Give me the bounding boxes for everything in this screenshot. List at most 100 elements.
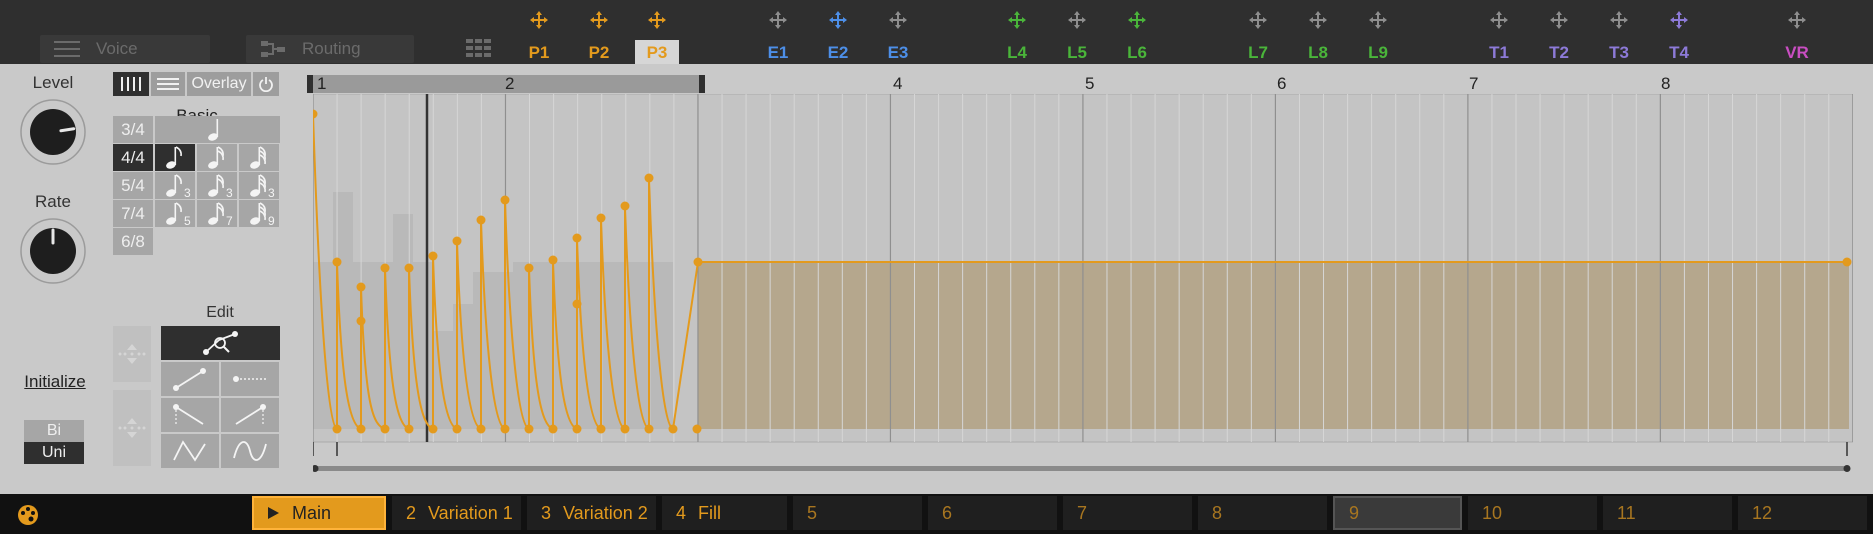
envelope-node[interactable] [596, 213, 606, 223]
modulator-e1[interactable]: E1 [752, 6, 804, 64]
modulator-l8[interactable]: L8 [1292, 6, 1344, 64]
move-icon[interactable] [1007, 10, 1027, 30]
modulator-p1[interactable]: P1 [513, 6, 565, 64]
scroll-end-handle[interactable] [1843, 465, 1851, 472]
time-signature-6-8[interactable]: 6/8 [113, 228, 153, 255]
modulation-envelope-graph[interactable] [313, 94, 1853, 476]
envelope-node[interactable] [404, 263, 414, 273]
move-icon[interactable] [828, 10, 848, 30]
thirty-second-note-button[interactable] [197, 144, 237, 171]
modulator-e3[interactable]: E3 [872, 6, 924, 64]
clip-slot-11[interactable]: 11 [1603, 496, 1732, 530]
ramp-up-tool-button[interactable] [221, 398, 279, 432]
envelope-node[interactable] [548, 255, 558, 265]
envelope-node[interactable] [452, 424, 462, 434]
modulator-t3[interactable]: T3 [1593, 6, 1645, 64]
modulator-l9[interactable]: L9 [1352, 6, 1404, 64]
sixteenth-note-button[interactable] [155, 144, 195, 171]
modulator-l6[interactable]: L6 [1111, 6, 1163, 64]
envelope-node[interactable] [668, 424, 678, 434]
modulator-p2[interactable]: P2 [573, 6, 625, 64]
clip-slot-7[interactable]: 7 [1063, 496, 1192, 530]
envelope-node[interactable] [524, 424, 534, 434]
thirty-second-triplet-button[interactable]: 3 [197, 172, 237, 200]
level-knob[interactable] [15, 94, 91, 170]
modulator-vr[interactable]: VR [1771, 6, 1823, 64]
horizontal-scrollbar[interactable] [313, 466, 1849, 471]
clip-slot-4[interactable]: 4 Fill [662, 496, 787, 530]
grid-icon[interactable] [465, 38, 493, 58]
voice-button[interactable]: Voice [40, 35, 210, 63]
move-icon[interactable] [1127, 10, 1147, 30]
clip-slot-2[interactable]: 2 Variation 1 [392, 496, 521, 530]
polarity-uni-button[interactable]: Uni [24, 442, 84, 464]
move-icon[interactable] [1609, 10, 1629, 30]
envelope-node[interactable] [500, 424, 510, 434]
move-icon[interactable] [1368, 10, 1388, 30]
envelope-node[interactable] [548, 424, 558, 434]
clip-slot-10[interactable]: 10 [1468, 496, 1597, 530]
move-icon[interactable] [1787, 10, 1807, 30]
envelope-node[interactable] [644, 173, 654, 183]
envelope-node[interactable] [500, 195, 510, 205]
envelope-node[interactable] [596, 424, 606, 434]
clip-slot-6[interactable]: 6 [928, 496, 1057, 530]
modulator-t2[interactable]: T2 [1533, 6, 1585, 64]
envelope-node[interactable] [356, 424, 366, 434]
modulator-p3[interactable]: P3 [631, 6, 683, 66]
envelope-node[interactable] [476, 215, 486, 225]
move-icon[interactable] [647, 10, 667, 30]
initialize-button[interactable]: Initialize [18, 372, 92, 392]
envelope-node[interactable] [572, 299, 582, 309]
modulator-l4[interactable]: L4 [991, 6, 1043, 64]
clip-slot-8[interactable]: 8 [1198, 496, 1327, 530]
move-icon[interactable] [529, 10, 549, 30]
envelope-node[interactable] [572, 424, 582, 434]
modulator-t1[interactable]: T1 [1473, 6, 1525, 64]
envelope-node[interactable] [692, 424, 702, 434]
envelope-node[interactable] [380, 263, 390, 273]
envelope-node[interactable] [428, 251, 438, 261]
sine-tool-button[interactable] [221, 434, 279, 468]
envelope-node[interactable] [428, 424, 438, 434]
bars-view-button[interactable] [113, 72, 149, 96]
move-icon[interactable] [589, 10, 609, 30]
rate-knob[interactable] [15, 213, 91, 289]
move-icon[interactable] [1669, 10, 1689, 30]
move-icon[interactable] [1308, 10, 1328, 30]
modulator-l5[interactable]: L5 [1051, 6, 1103, 64]
modulator-t4[interactable]: T4 [1653, 6, 1705, 64]
scroll-handle-lower[interactable] [113, 390, 151, 466]
clip-slot-12[interactable]: 12 [1738, 496, 1867, 530]
time-signature-4-4[interactable]: 4/4 [113, 144, 153, 171]
modulator-e2[interactable]: E2 [812, 6, 864, 64]
envelope-node[interactable] [380, 424, 390, 434]
envelope-node[interactable] [524, 263, 534, 273]
quintuplet-button[interactable]: 5 [155, 200, 195, 228]
clip-slot-9[interactable]: 9 [1333, 496, 1462, 530]
overlay-button[interactable]: Overlay [187, 72, 251, 96]
line-tool-button[interactable] [161, 362, 219, 396]
sixty-fourth-note-button[interactable] [239, 144, 279, 171]
routing-button[interactable]: Routing [246, 35, 414, 63]
envelope-node[interactable] [356, 316, 366, 326]
envelope-node[interactable] [332, 424, 342, 434]
septuplet-button[interactable]: 7 [197, 200, 237, 228]
move-icon[interactable] [1067, 10, 1087, 30]
time-signature-5-4[interactable]: 5/4 [113, 172, 153, 199]
envelope-node[interactable] [620, 201, 630, 211]
nonuplet-button[interactable]: 9 [239, 200, 279, 228]
time-signature-3-4[interactable]: 3/4 [113, 116, 153, 143]
ramp-down-tool-button[interactable] [161, 398, 219, 432]
sixteenth-triplet-button[interactable]: 3 [155, 172, 195, 200]
select-tool-button[interactable] [161, 326, 280, 360]
envelope-node[interactable] [1842, 257, 1852, 267]
envelope-node[interactable] [693, 257, 703, 267]
move-icon[interactable] [1489, 10, 1509, 30]
clip-slot-1[interactable]: Main [252, 496, 386, 530]
modulator-l7[interactable]: L7 [1232, 6, 1284, 64]
triangle-tool-button[interactable] [161, 434, 219, 468]
envelope-node[interactable] [404, 424, 414, 434]
move-icon[interactable] [1248, 10, 1268, 30]
envelope-node[interactable] [476, 424, 486, 434]
